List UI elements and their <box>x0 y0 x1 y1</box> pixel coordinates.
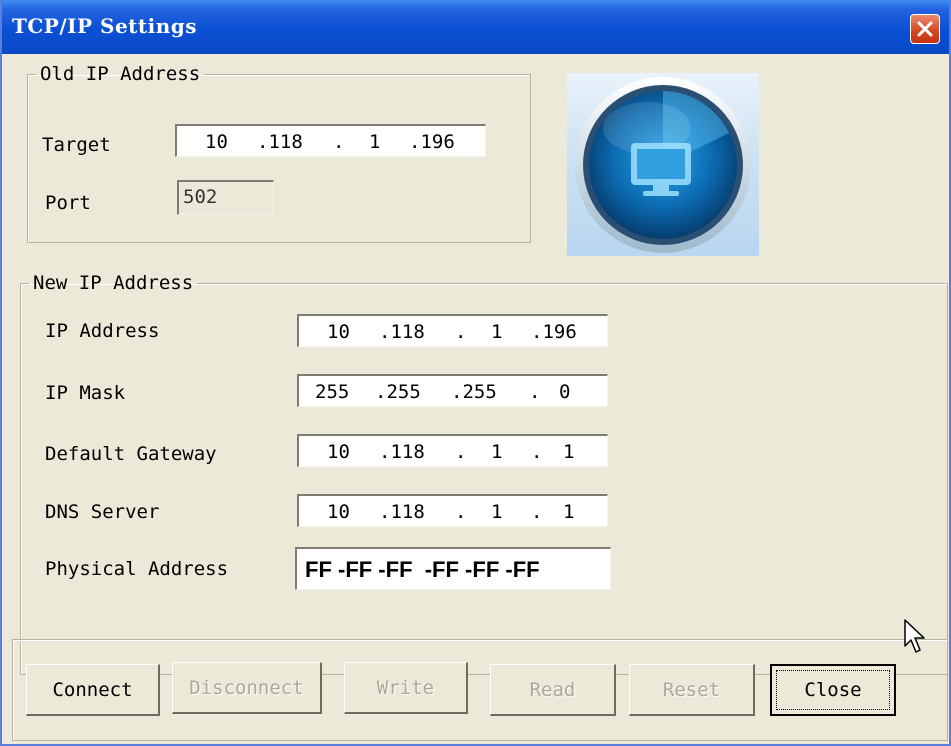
write-button[interactable]: Write <box>344 662 468 714</box>
mouse-pointer-icon <box>904 619 925 653</box>
focus-rectangle <box>776 670 890 710</box>
port-field: 502 <box>177 180 274 215</box>
mask-dot: . <box>529 381 541 403</box>
dns-dot-1: . <box>455 501 467 523</box>
ip-octet-3: 1 <box>491 321 503 343</box>
mask-octet-1: 255 <box>315 381 350 403</box>
physical-address-label: Physical Address <box>45 558 229 580</box>
dns-octet-4: 1 <box>563 501 575 523</box>
dns-octet-1: 10 <box>327 501 350 523</box>
title-bar[interactable]: TCP/IP Settings <box>2 0 949 54</box>
read-button[interactable]: Read <box>490 664 616 716</box>
mask-octet-4: 0 <box>559 381 571 403</box>
close-button[interactable]: Close <box>770 664 896 716</box>
gateway-octet-2: .118 <box>379 441 425 463</box>
logo-panel <box>567 73 759 256</box>
gateway-dot-2: . <box>531 441 543 463</box>
connect-button[interactable]: Connect <box>26 664 160 716</box>
gateway-octet-3: 1 <box>491 441 503 463</box>
tcpip-settings-dialog: TCP/IP Settings Old IP Address Target 10… <box>0 0 951 746</box>
target-octet-1: 10 <box>205 131 228 153</box>
ip-dot: . <box>455 321 467 343</box>
ip-mask-label: IP Mask <box>45 382 126 404</box>
new-ip-legend: New IP Address <box>33 272 194 294</box>
target-octet-2: .118 <box>257 131 303 153</box>
dns-server-label: DNS Server <box>45 501 160 523</box>
physical-address-value: FF -FF -FF -FF -FF -FF <box>305 557 540 582</box>
target-dot: . <box>333 131 345 153</box>
reset-button[interactable]: Reset <box>629 664 755 716</box>
ip-octet-2: .118 <box>379 321 425 343</box>
target-octet-3: 1 <box>369 131 381 153</box>
gateway-octet-4: 1 <box>563 441 575 463</box>
disconnect-button[interactable]: Disconnect <box>172 662 322 714</box>
ip-octet-1: 10 <box>327 321 350 343</box>
ip-octet-4: .196 <box>531 321 577 343</box>
mask-octet-2: .255 <box>375 381 421 403</box>
target-ip-field[interactable]: 10 .118 . 1 .196 <box>175 124 486 157</box>
ip-mask-field[interactable]: 255 .255 .255 . 0 <box>297 374 608 407</box>
gateway-octet-1: 10 <box>327 441 350 463</box>
dns-server-field[interactable]: 10 .118 . 1 . 1 <box>297 494 608 527</box>
target-octet-4: .196 <box>409 131 455 153</box>
default-gateway-field[interactable]: 10 .118 . 1 . 1 <box>297 434 608 467</box>
default-gateway-label: Default Gateway <box>45 443 217 465</box>
ip-address-label: IP Address <box>45 320 160 342</box>
old-ip-legend: Old IP Address <box>40 63 201 85</box>
dialog-content: Old IP Address Target 10 .118 . 1 .196 P… <box>2 54 949 744</box>
dns-dot-2: . <box>531 501 543 523</box>
ip-address-field[interactable]: 10 .118 . 1 .196 <box>297 314 608 347</box>
target-label: Target <box>42 134 111 156</box>
window-title: TCP/IP Settings <box>12 14 198 38</box>
gateway-dot-1: . <box>455 441 467 463</box>
dns-octet-2: .118 <box>379 501 425 523</box>
port-value: 502 <box>183 186 218 208</box>
mask-octet-3: .255 <box>451 381 497 403</box>
radar-monitor-icon <box>575 77 751 253</box>
dns-octet-3: 1 <box>491 501 503 523</box>
close-window-button[interactable] <box>910 14 940 44</box>
close-x-icon <box>917 21 933 37</box>
port-label: Port <box>45 192 91 214</box>
physical-address-field[interactable]: FF -FF -FF -FF -FF -FF <box>295 547 611 590</box>
